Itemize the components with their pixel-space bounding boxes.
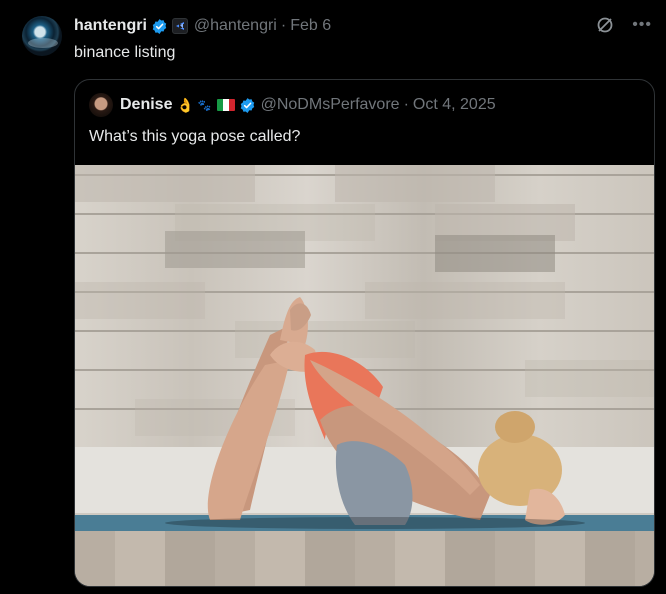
author-handle[interactable]: @hantengri (194, 17, 277, 35)
grok-icon[interactable] (596, 16, 614, 34)
quoted-dot-separator: · (403, 96, 409, 113)
tweet-text: binance listing (74, 44, 176, 61)
quoted-author-name[interactable]: Denise (120, 96, 172, 114)
quoted-post-date[interactable]: Oct 4, 2025 (413, 96, 496, 114)
dot-separator: · (280, 17, 287, 34)
quoted-tweet[interactable]: Denise 👌 🐾 @NoDMsPerfavore · Oct 4, 2025… (74, 79, 655, 587)
quoted-author-avatar[interactable] (89, 93, 113, 117)
italy-flag-icon (216, 99, 235, 111)
tweet-actions: ••• (596, 16, 652, 34)
quoted-verified-badge-icon[interactable] (239, 97, 256, 114)
quoted-author-handle[interactable]: @NoDMsPerfavore (261, 96, 400, 114)
author-name[interactable]: hantengri (74, 17, 147, 35)
quoted-tweet-text: What’s this yoga pose called? (89, 128, 301, 145)
tweet-header: hantengri @hantengri · Feb 6 (74, 16, 331, 36)
quoted-tweet-header: Denise 👌 🐾 @NoDMsPerfavore · Oct 4, 2025 (120, 96, 496, 114)
author-avatar[interactable] (22, 16, 62, 56)
verified-badge-icon[interactable] (151, 18, 168, 35)
yoga-pose-figure (165, 297, 585, 529)
affiliate-badge-icon[interactable] (171, 18, 188, 34)
post-date[interactable]: Feb 6 (290, 17, 331, 35)
more-icon[interactable]: ••• (632, 17, 652, 33)
quoted-tweet-photo[interactable] (75, 165, 654, 586)
ok-hand-emoji: 👌 (176, 96, 194, 113)
paw-prints-emoji: 🐾 (197, 99, 212, 112)
